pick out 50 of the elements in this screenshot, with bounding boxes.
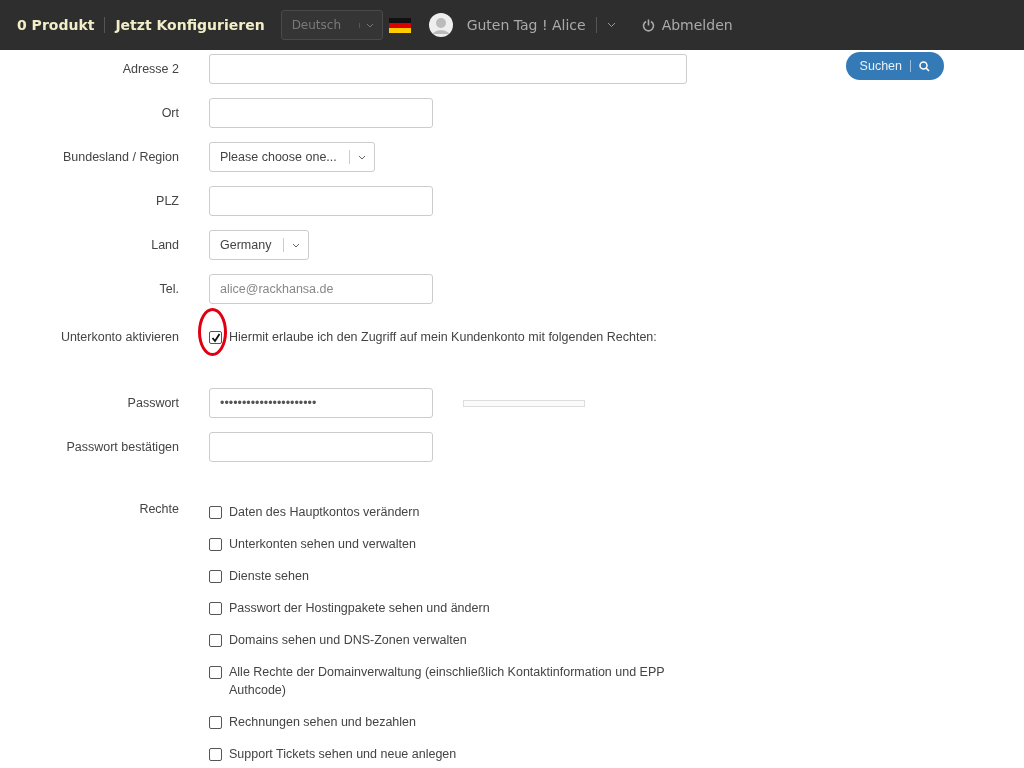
search-icon xyxy=(919,60,930,72)
input-field[interactable] xyxy=(209,186,433,216)
field-label: Adresse 2 xyxy=(121,62,179,76)
configure-link[interactable]: Jetzt Konfigurieren xyxy=(115,17,265,33)
field-label: Passwort bestätigen xyxy=(65,440,179,454)
field-label: Rechte xyxy=(138,502,179,518)
checkbox[interactable] xyxy=(209,666,222,679)
checkbox-label: Rechnungen sehen und bezahlen xyxy=(229,714,416,731)
annotation-circle xyxy=(198,308,227,356)
checkbox[interactable] xyxy=(209,570,222,583)
input-field[interactable] xyxy=(209,54,687,84)
checkbox-label: Hiermit erlaube ich den Zugriff auf mein Kundenkonto mit folgenden Rechten: xyxy=(229,329,657,346)
checkbox-label: Daten des Hauptkontos verändern xyxy=(229,504,420,521)
password-field[interactable]: •••••••••••••••••••••• xyxy=(209,388,433,418)
checkbox[interactable] xyxy=(209,716,222,729)
field-label: Ort xyxy=(160,106,179,120)
input-field[interactable]: alice@rackhansa.de xyxy=(209,274,433,304)
field-label: Bundesland / Region xyxy=(61,150,179,164)
avatar-icon xyxy=(428,13,453,37)
checkbox-label: Support Tickets sehen und neue anlegen xyxy=(229,746,457,763)
field-label: Land xyxy=(150,238,179,252)
caret-icon xyxy=(357,154,366,160)
checkbox[interactable] xyxy=(209,634,222,647)
checkbox[interactable] xyxy=(209,748,222,761)
caret-icon xyxy=(365,22,374,28)
power-icon xyxy=(641,18,655,32)
field-label: Passwort xyxy=(126,396,179,410)
checkbox[interactable] xyxy=(209,331,222,344)
caret-icon[interactable] xyxy=(606,22,616,28)
field-label: Tel. xyxy=(158,282,179,296)
field-label: Unterkonto aktivieren xyxy=(59,330,179,344)
input-field[interactable] xyxy=(209,98,433,128)
checkbox-label: Domains sehen und DNS-Zonen verwalten xyxy=(229,632,467,649)
password-field[interactable] xyxy=(209,432,433,462)
cart-link[interactable]: 0 Produkt xyxy=(17,17,95,33)
checkbox-label: Dienste sehen xyxy=(229,568,309,585)
dropdown[interactable]: Please choose one... xyxy=(209,142,375,172)
field-label: PLZ xyxy=(155,194,179,208)
dropdown[interactable]: Germany xyxy=(209,230,310,260)
search-button[interactable]: Suchen xyxy=(845,52,944,80)
user-menu[interactable]: Guten Tag ! Alice xyxy=(466,17,586,33)
checkbox[interactable] xyxy=(209,602,222,615)
checkbox-label: Alle Rechte der Domainverwaltung (einschließlich Kontaktinformation und EPP Authcode) xyxy=(229,664,666,699)
checkbox-label: Unterkonten sehen und verwalten xyxy=(229,536,416,553)
caret-icon xyxy=(292,242,301,248)
logout-link[interactable]: Abmelden xyxy=(661,17,733,33)
checkbox[interactable] xyxy=(209,538,222,551)
checkbox-label: Passwort der Hostingpakete sehen und ändern xyxy=(229,600,490,617)
german-flag-icon[interactable] xyxy=(388,17,411,33)
checkbox[interactable] xyxy=(209,506,222,519)
